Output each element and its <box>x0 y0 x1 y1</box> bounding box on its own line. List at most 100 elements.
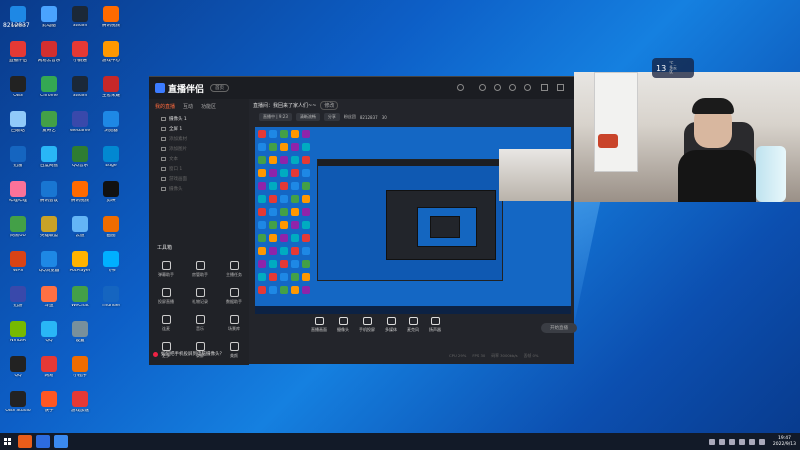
desktop-icon[interactable]: OBS Studio <box>4 391 32 414</box>
desktop-icon[interactable]: NVIDIA <box>4 321 32 344</box>
taskbar-app-browser-icon[interactable] <box>54 435 68 448</box>
source-button[interactable]: 扬声器 <box>429 317 441 333</box>
desktop-icon[interactable]: QQ浏览器 <box>35 251 63 274</box>
scene-item[interactable]: 摄像头 <box>149 184 249 194</box>
desktop-icon[interactable]: 迅雷 <box>4 146 32 169</box>
minimize-icon[interactable] <box>541 84 548 91</box>
desktop-icon[interactable]: 游戏中心 <box>97 41 125 64</box>
avatar-icon[interactable] <box>457 84 464 91</box>
desktop-icon[interactable]: QQ音乐 <box>66 146 94 169</box>
taskbar-app-streaming-icon[interactable] <box>18 435 32 448</box>
tool-button[interactable]: 数据助手 <box>221 288 247 305</box>
tool-button[interactable]: 房管助手 <box>187 261 213 278</box>
desktop-icon[interactable]: 腾讯会议 <box>35 181 63 204</box>
desktop-icon[interactable]: ToDesk <box>4 6 32 29</box>
desktop-icon[interactable]: 画图 <box>97 216 125 239</box>
scene-item[interactable]: 添加图片 <box>149 144 249 154</box>
desktop-icon[interactable]: QQ <box>4 356 32 379</box>
message-icon[interactable] <box>509 84 516 91</box>
desktop-icon[interactable]: 爱奇艺 <box>35 111 63 134</box>
taskbar-app-shield-icon[interactable] <box>36 435 50 448</box>
tool-button[interactable]: 音乐 <box>187 315 213 332</box>
source-button[interactable]: 直播画面 <box>311 317 327 333</box>
volume-icon[interactable] <box>758 438 765 445</box>
tool-button[interactable]: 主播任务 <box>221 261 247 278</box>
start-live-button[interactable]: 开始直播 <box>541 323 577 333</box>
tool-button[interactable]: 礼物记录 <box>187 288 213 305</box>
desktop-icon[interactable]: 哔哩哔哩 <box>4 181 32 204</box>
tool-button[interactable]: 投屏直播 <box>153 288 179 305</box>
scene-item[interactable]: 游戏画面 <box>149 174 249 184</box>
desktop-icon[interactable]: Edge <box>97 146 125 169</box>
tool-button[interactable]: 连麦 <box>153 315 179 332</box>
desktop-icon[interactable]: 斗鱼 <box>35 286 63 309</box>
desktop-icon[interactable]: 腾讯视频 <box>97 6 125 29</box>
desktop-icon[interactable]: WPS <box>4 251 32 274</box>
desktop-icon[interactable]: Thunder <box>97 286 125 309</box>
network-icon[interactable] <box>748 438 755 445</box>
desktop-icon[interactable]: 英雄联盟 <box>35 216 63 239</box>
desktop-icon[interactable]: 游戏加速 <box>66 391 94 414</box>
scene-item[interactable]: 摄像头 1 <box>149 114 249 124</box>
live-status-chip[interactable]: 直播中 | 9:23 <box>259 113 292 121</box>
desktop-icon[interactable]: 浏览器 <box>97 111 125 134</box>
desktop-icon[interactable]: 网易 <box>35 356 63 379</box>
tab-my-live[interactable]: 我的直播 <box>155 103 175 110</box>
desktop-icon[interactable]: 腾讯视频 <box>66 181 94 204</box>
desktop-icon[interactable]: WeChat <box>66 286 94 309</box>
help-icon[interactable] <box>524 84 531 91</box>
source-button[interactable]: 多媒体 <box>385 317 397 333</box>
scene-item[interactable]: 全屏 1 <box>149 124 249 134</box>
scene-item[interactable]: 添加素材 <box>149 134 249 144</box>
desktop-icon[interactable]: Steam <box>66 6 94 29</box>
source-button[interactable]: 手机投屏 <box>359 317 375 333</box>
tab-functions[interactable]: 功能区 <box>201 103 216 110</box>
tool-icon <box>229 288 239 297</box>
source-button[interactable]: 麦克风 <box>407 317 419 333</box>
tray-app-icon[interactable] <box>708 438 715 445</box>
desktop-icon[interactable]: 迅游 <box>4 286 32 309</box>
live-preview[interactable] <box>255 127 571 314</box>
tray-app-icon[interactable] <box>728 438 735 445</box>
desktop-icon[interactable]: PotPlayer <box>66 251 94 274</box>
tab-interact[interactable]: 互动 <box>183 103 193 110</box>
close-icon[interactable] <box>557 84 564 91</box>
home-pill-button[interactable]: 首页 <box>210 84 230 92</box>
desktop-icon[interactable]: Steam <box>66 76 94 99</box>
desktop-icon[interactable]: 直播伴侣 <box>4 41 32 64</box>
clock[interactable]: 19:47 2022/9/13 <box>773 436 796 447</box>
desktop-icon[interactable]: 王者荣耀 <box>97 76 125 99</box>
desktop-icon[interactable]: 百度网盘 <box>35 146 63 169</box>
desktop-icon[interactable]: 剪映 <box>97 181 125 204</box>
desktop-icon[interactable]: 小程序 <box>66 356 94 379</box>
desktop-icon[interactable]: 此电脑 <box>35 6 63 29</box>
share-chip[interactable]: 分享 <box>323 113 340 121</box>
scene-item[interactable]: 文本 <box>149 154 249 164</box>
desktop-icon[interactable]: 设置 <box>66 321 94 344</box>
desktop-icon[interactable]: 云盘 <box>66 216 94 239</box>
desktop-icon[interactable]: QQ <box>35 321 63 344</box>
tip-banner[interactable]: 如何把手机投屏到电脑摄像头？ <box>153 351 224 357</box>
tool-button[interactable]: 场景库 <box>221 315 247 332</box>
scene-item[interactable]: 窗口 1 <box>149 164 249 174</box>
edit-title-button[interactable]: 修改 <box>320 101 339 110</box>
desktop-icon[interactable]: 小鹅通 <box>66 41 94 64</box>
desktop-icon[interactable]: Chrome <box>35 76 63 99</box>
desktop-icon[interactable]: OBS <box>4 76 32 99</box>
weather-widget[interactable]: 13 ℃ 多云 优 <box>652 58 694 78</box>
tool-button[interactable]: 弹幕助手 <box>153 261 179 278</box>
desktop-icon[interactable]: 网易云音乐 <box>35 41 63 64</box>
settings-icon[interactable] <box>479 84 486 91</box>
desktop-icon[interactable]: 快手 <box>35 391 63 414</box>
source-button[interactable]: 摄像头 <box>337 317 349 333</box>
notification-icon[interactable] <box>494 84 501 91</box>
quality-chip[interactable]: 清晰流畅 <box>295 113 320 121</box>
desktop-icon[interactable]: 飞书 <box>97 251 125 274</box>
desktop-icon[interactable]: 回收站 <box>4 111 32 134</box>
desktop-icon[interactable]: WeGame <box>66 111 94 134</box>
start-button[interactable] <box>0 433 14 450</box>
tool-button[interactable]: 美颜 <box>221 342 247 359</box>
tray-app-icon[interactable] <box>718 438 725 445</box>
tray-app-icon[interactable] <box>738 438 745 445</box>
desktop-icon[interactable]: 网易UU <box>4 216 32 239</box>
